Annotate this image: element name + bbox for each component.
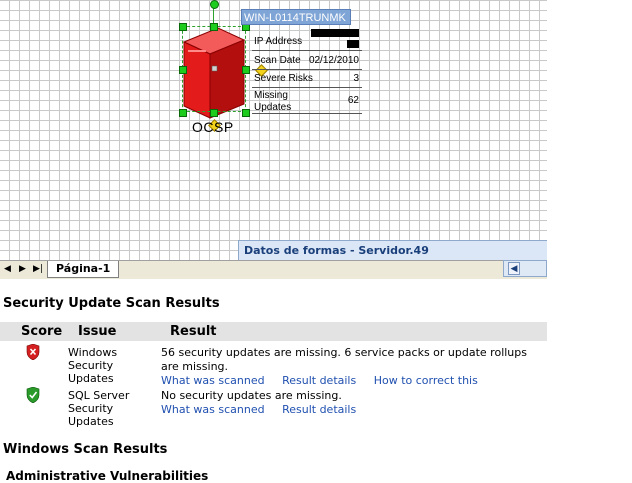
canvas-right-margin (547, 0, 632, 280)
column-score: Score (21, 324, 63, 339)
result-text: 56 security updates are missing. 6 servi… (161, 346, 547, 388)
first-page-button[interactable]: ◀ (4, 264, 11, 274)
column-result: Result (170, 324, 217, 339)
missing-updates-row: Missing Updates 62 (252, 88, 362, 114)
result-summary: 56 security updates are missing. 6 servi… (161, 346, 527, 373)
table-row: SQL Server Security Updates No security … (0, 387, 547, 429)
table-row: Windows Security Updates 56 security upd… (0, 344, 547, 388)
ip-address-label: IP Address (254, 36, 303, 47)
server-label: OCSP (192, 119, 234, 135)
windows-scan-results-title: Windows Scan Results (3, 442, 168, 457)
resize-handle-top[interactable] (210, 23, 218, 31)
results-table-header: Score Issue Result (0, 322, 547, 341)
tab-pagina-1[interactable]: Página-1 (47, 261, 120, 278)
issue-windows-security-updates: Windows Security Updates (68, 346, 118, 385)
resize-handle-bottom-left[interactable] (179, 109, 187, 117)
horizontal-scrollbar[interactable]: ◀ (503, 260, 547, 277)
missing-updates-value: 62 (347, 95, 359, 106)
severe-risks-value: 3 (353, 73, 359, 84)
selection-box (182, 26, 246, 112)
scan-date-label: Scan Date (254, 55, 301, 66)
resize-handle-left[interactable] (179, 66, 187, 74)
result-text: No security updates are missing. What wa… (161, 389, 370, 417)
host-name-label[interactable]: WIN-L0114TRUNMK (241, 9, 351, 25)
issue-sql-server-security-updates: SQL Server Security Updates (68, 389, 130, 428)
how-to-correct-link[interactable]: How to correct this (374, 374, 478, 387)
result-details-link[interactable]: Result details (282, 403, 356, 416)
last-page-button[interactable]: ▶| (33, 264, 43, 274)
shape-data-callout: IP Address Scan Date 02/12/2010 Severe R… (252, 28, 362, 114)
scan-report: Security Update Scan Results Score Issue… (0, 282, 632, 483)
scan-date-row: Scan Date 02/12/2010 (252, 51, 362, 70)
result-details-link[interactable]: Result details (282, 374, 356, 387)
ip-address-row: IP Address (252, 28, 362, 51)
resize-handle-right[interactable] (242, 66, 250, 74)
page-tab-bar: ◀ ▶ ▶| Página-1 (0, 260, 547, 279)
fail-shield-icon (26, 344, 40, 360)
resize-handle-bottom[interactable] (210, 109, 218, 117)
report-title: Security Update Scan Results (3, 296, 220, 311)
what-was-scanned-link[interactable]: What was scanned (161, 403, 265, 416)
what-was-scanned-link[interactable]: What was scanned (161, 374, 265, 387)
resize-handle-bottom-right[interactable] (242, 109, 250, 117)
rotation-handle[interactable] (210, 0, 219, 9)
column-issue: Issue (78, 324, 117, 339)
shape-data-window-title[interactable]: Datos de formas - Servidor.49 (238, 240, 547, 260)
resize-handle-top-left[interactable] (179, 23, 187, 31)
missing-updates-label: Missing Updates (254, 90, 292, 113)
ip-address-redacted (307, 29, 359, 48)
next-page-button[interactable]: ▶ (19, 264, 26, 274)
scan-date-value: 02/12/2010 (308, 55, 359, 66)
severe-risks-label: Severe Risks (254, 73, 313, 84)
scroll-left-arrow-icon[interactable]: ◀ (508, 262, 520, 275)
severe-risks-row: Severe Risks 3 (252, 70, 362, 88)
administrative-vulnerabilities-heading: Administrative Vulnerabilities (6, 469, 209, 483)
pass-shield-icon (26, 387, 40, 403)
result-summary: No security updates are missing. (161, 389, 342, 402)
drawing-canvas[interactable]: OCSP WIN-L0114TRUNMK IP Address Scan Dat… (0, 0, 547, 260)
